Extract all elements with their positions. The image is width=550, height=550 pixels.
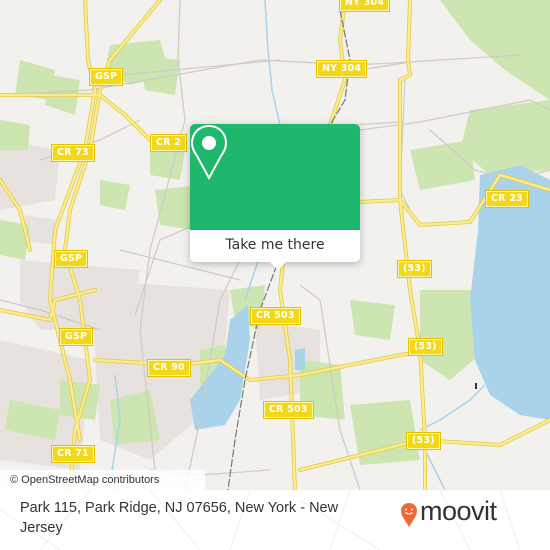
popup-pointer [268,260,288,270]
road-label-cr503: CR 503 [250,307,301,325]
road-label-gsp: GSP [58,328,94,346]
road-label-cr2: CR 2 [149,134,188,152]
road-label-53: (53) [408,338,443,356]
road-label-cr73: CR 73 [51,144,95,162]
road-label-cr90: CR 90 [147,359,191,377]
take-me-there-button[interactable]: Take me there [190,230,360,262]
road-label-53: (53) [406,432,441,450]
moovit-logo[interactable]: moovit [400,496,540,530]
popup-header [190,124,360,230]
location-address: Park 115, Park Ridge, NJ 07656, New York… [20,500,339,536]
moovit-pin-icon [401,503,417,527]
map-attribution[interactable]: © OpenStreetMap contributors [0,470,205,490]
moovit-wordmark: moovit [420,496,497,526]
destination-popup: Take me there [190,124,360,270]
location-pin-icon [190,124,228,181]
road-label-gsp: GSP [53,250,89,268]
road-label-53: (53) [397,260,432,278]
road-label-cr23: CR 23 [485,190,529,208]
road-label-cr71: CR 71 [51,445,95,463]
road-label-gsp: GSP [88,68,124,86]
map-marker [475,383,477,389]
road-label-ny304-top: NY 304 [338,0,391,12]
road-label-cr503: CR 503 [263,401,314,419]
map[interactable]: NY 304 GSP NY 304 CR 2 CR 73 CR 23 GSP (… [0,0,550,490]
road-label-ny304: NY 304 [315,60,368,78]
footer: Park 115, Park Ridge, NJ 07656, New York… [0,490,550,550]
